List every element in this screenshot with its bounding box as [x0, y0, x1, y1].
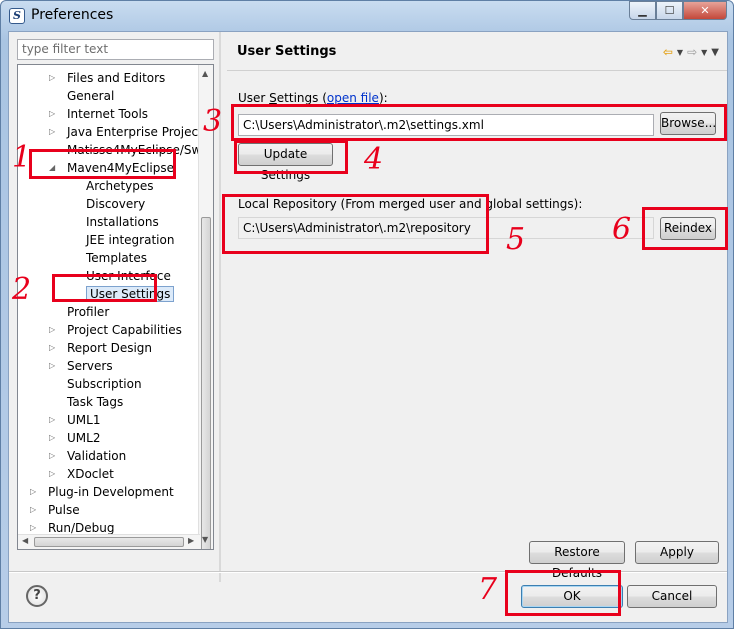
- view-menu-icon[interactable]: ▼: [711, 47, 719, 58]
- forward-history-icon[interactable]: ▼: [701, 48, 707, 57]
- close-icon[interactable]: ✕: [683, 1, 727, 20]
- tree-item[interactable]: ▷ Java Enterprise Project: [49, 123, 203, 141]
- collapsed-arrow-icon[interactable]: ▷: [30, 501, 40, 519]
- forward-arrow-icon[interactable]: ⇨: [687, 45, 697, 59]
- annotation-number-2: 2: [12, 272, 32, 307]
- annotation-box-3: [231, 104, 727, 141]
- tree-item-label: Files and Editors: [67, 71, 166, 85]
- tree-item[interactable]: ▷ Validation: [49, 447, 126, 465]
- tree-item-label: UML1: [67, 413, 101, 427]
- minimize-icon[interactable]: ▁: [629, 1, 656, 20]
- window-title: Preferences: [31, 7, 114, 23]
- collapsed-arrow-icon[interactable]: ▷: [49, 69, 59, 87]
- collapsed-arrow-icon[interactable]: ▷: [49, 321, 59, 339]
- preference-tree: ▷ Files and Editors General ▷ Internet Tools…: [17, 64, 214, 550]
- scroll-right-icon[interactable]: ▶: [188, 536, 194, 545]
- tree-item-label: Project Capabilities: [67, 323, 182, 337]
- tree-item-label: XDoclet: [67, 467, 114, 481]
- tree-item-label: Pulse: [48, 503, 80, 517]
- collapsed-arrow-icon[interactable]: ▷: [49, 429, 59, 447]
- back-history-icon[interactable]: ▼: [677, 48, 683, 57]
- tree-item[interactable]: JEE integration: [68, 231, 174, 249]
- restore-defaults-button[interactable]: Restore Defaults: [529, 541, 625, 580]
- tree-item-label: Report Design: [67, 341, 153, 355]
- tree-item[interactable]: ▷ UML1: [49, 411, 100, 429]
- user-settings-label: User Settings (open file):: [238, 91, 388, 105]
- collapsed-arrow-icon[interactable]: ▷: [49, 123, 59, 141]
- page-header: User Settings ⇦ ▼ ⇨ ▼ ▼: [227, 40, 723, 66]
- annotation-number-6: 6: [612, 212, 632, 247]
- tree-item[interactable]: ▷ Internet Tools: [49, 105, 148, 123]
- annotation-number-3: 3: [203, 104, 223, 139]
- tree-item-label: Java Enterprise Project: [67, 125, 203, 139]
- tree-horizontal-scrollbar[interactable]: ◀ ▶: [18, 534, 200, 549]
- app-logo-icon: S: [9, 8, 25, 24]
- help-icon[interactable]: ?: [26, 585, 48, 607]
- tree-item-label: Internet Tools: [67, 107, 149, 121]
- maximize-icon[interactable]: ☐: [656, 1, 683, 20]
- tree-item[interactable]: Installations: [68, 213, 159, 231]
- collapsed-arrow-icon[interactable]: ▷: [49, 465, 59, 483]
- annotation-number-5: 5: [506, 222, 526, 257]
- tree-item[interactable]: ▷ Plug-in Development: [30, 483, 174, 501]
- page-title: User Settings: [237, 44, 337, 59]
- collapsed-arrow-icon[interactable]: ▷: [49, 357, 59, 375]
- tree-item[interactable]: Task Tags: [49, 393, 123, 411]
- tree-item-label: Servers: [67, 359, 113, 373]
- tree-item-label: Archetypes: [86, 179, 154, 193]
- tree-item-label: Run/Debug: [48, 521, 115, 535]
- tree-item-label: Plug-in Development: [48, 485, 174, 499]
- scroll-down-icon[interactable]: ▼: [202, 535, 208, 544]
- annotation-box-6: [642, 207, 728, 250]
- filter-input[interactable]: type filter text: [17, 39, 214, 60]
- tree-item[interactable]: Discovery: [68, 195, 145, 213]
- tree-item[interactable]: Profiler: [49, 303, 109, 321]
- tree-item[interactable]: ▷ Files and Editors: [49, 69, 165, 87]
- annotation-number-4: 4: [364, 142, 384, 177]
- collapsed-arrow-icon[interactable]: ▷: [49, 411, 59, 429]
- cancel-button[interactable]: Cancel: [627, 585, 717, 608]
- tree-item[interactable]: ▷ UML2: [49, 429, 100, 447]
- tree-item-label: Task Tags: [67, 395, 124, 409]
- tree-item-label: General: [67, 89, 115, 103]
- tree-item[interactable]: ▷ Report Design: [49, 339, 152, 357]
- annotation-box-5: [222, 194, 489, 254]
- annotation-box-2: [52, 274, 157, 302]
- tree-item-label: Validation: [67, 449, 127, 463]
- title-bar[interactable]: S Preferences ▁ ☐ ✕: [1, 1, 733, 31]
- collapsed-arrow-icon[interactable]: ▷: [49, 447, 59, 465]
- scroll-up-icon[interactable]: ▲: [202, 69, 208, 78]
- tree-item-label: Discovery: [86, 197, 146, 211]
- collapsed-arrow-icon[interactable]: ▷: [30, 483, 40, 501]
- tree-item-label: UML2: [67, 431, 101, 445]
- tree-item-label: Subscription: [67, 377, 142, 391]
- tree-item-label: Installations: [86, 215, 159, 229]
- scroll-left-icon[interactable]: ◀: [22, 536, 28, 545]
- back-arrow-icon[interactable]: ⇦: [663, 45, 673, 59]
- hscroll-thumb[interactable]: [34, 537, 184, 547]
- annotation-box-1: [29, 149, 176, 179]
- tree-item[interactable]: Templates: [68, 249, 147, 267]
- tree-item[interactable]: ▷ Pulse: [30, 501, 80, 519]
- tree-item[interactable]: Subscription: [49, 375, 142, 393]
- header-separator: [227, 70, 727, 71]
- tree-item[interactable]: ▷ Project Capabilities: [49, 321, 182, 339]
- tree-item-label: Profiler: [67, 305, 110, 319]
- tree-item[interactable]: Archetypes: [68, 177, 154, 195]
- collapsed-arrow-icon[interactable]: ▷: [49, 105, 59, 123]
- tree-item[interactable]: ▷ XDoclet: [49, 465, 114, 483]
- tree-item[interactable]: General: [49, 87, 114, 105]
- tree-item-label: JEE integration: [86, 233, 175, 247]
- scroll-thumb[interactable]: [201, 217, 211, 549]
- window-frame: S Preferences ▁ ☐ ✕ type filter text ▷ Fi…: [0, 0, 734, 629]
- annotation-number-1: 1: [12, 140, 32, 175]
- annotation-box-4: [234, 140, 348, 174]
- apply-button[interactable]: Apply: [635, 541, 719, 564]
- annotation-number-7: 7: [478, 572, 498, 607]
- annotation-box-7: [505, 570, 621, 616]
- tree-item-label: Templates: [86, 251, 148, 265]
- collapsed-arrow-icon[interactable]: ▷: [49, 339, 59, 357]
- open-file-link[interactable]: open file: [327, 91, 379, 105]
- tree-item[interactable]: ▷ Servers: [49, 357, 113, 375]
